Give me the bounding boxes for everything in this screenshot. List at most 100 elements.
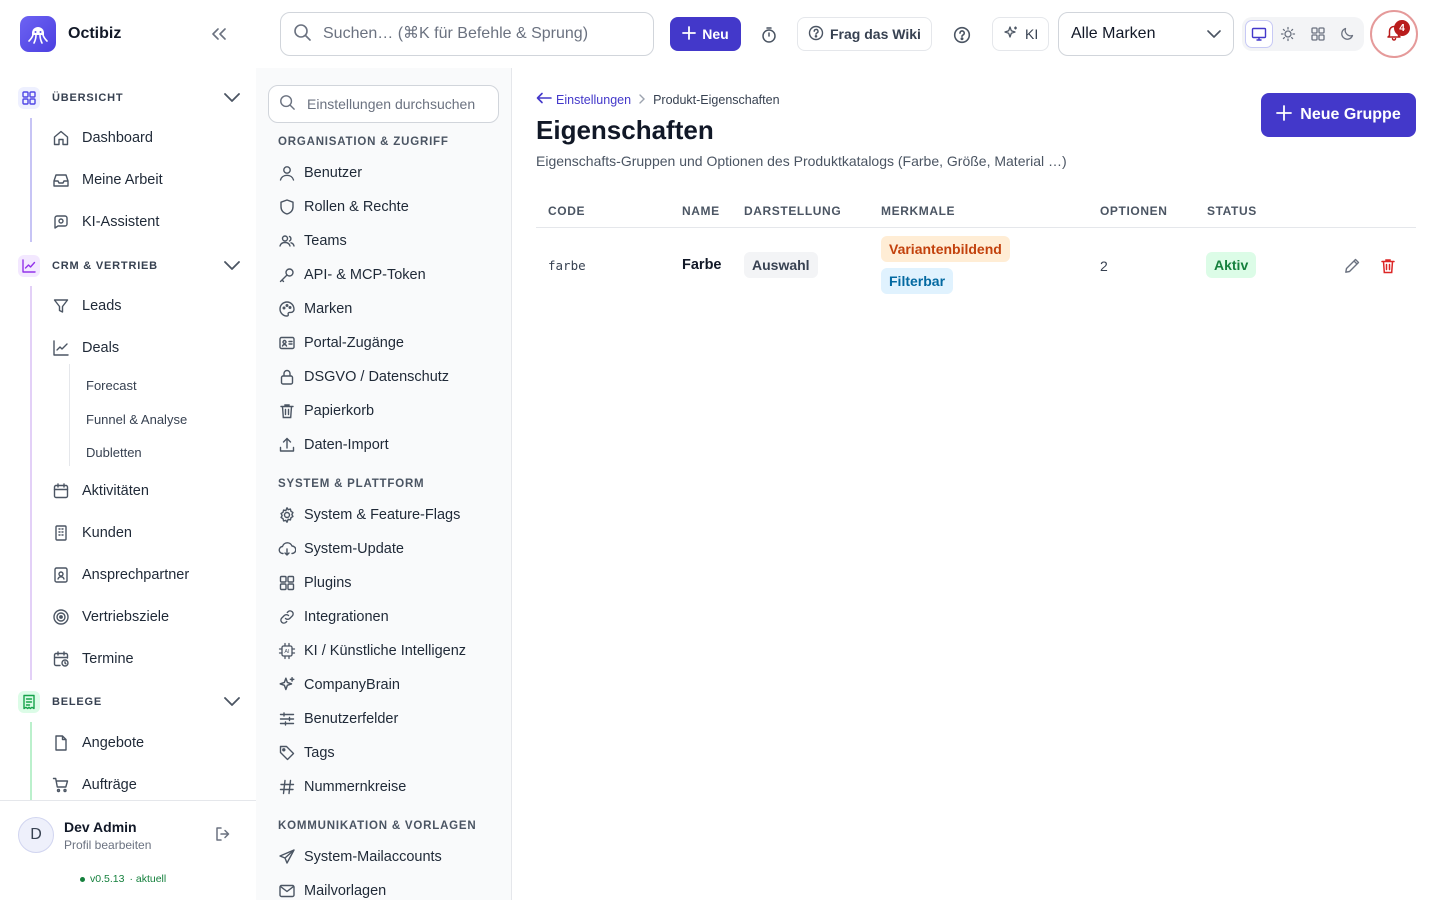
chat-search-icon	[52, 213, 70, 231]
settings-search-input[interactable]	[307, 96, 497, 112]
filter-icon	[52, 297, 70, 315]
chevron-down-icon	[1207, 25, 1221, 43]
column-header-options[interactable]: OPTIONEN	[1100, 204, 1167, 218]
help-icon[interactable]	[951, 24, 973, 46]
settings-item-portal-access[interactable]: Portal-Zugänge	[278, 332, 404, 354]
new-button[interactable]: Neu	[670, 17, 741, 51]
settings-group-heading: SYSTEM & PLATTFORM	[278, 478, 425, 490]
column-header-features[interactable]: MERKMALE	[881, 204, 955, 218]
sidebar-item-deals[interactable]: Deals	[52, 336, 119, 360]
users-icon	[278, 232, 296, 250]
version-number: v0.5.13	[90, 873, 125, 885]
brand-select[interactable]: Alle Marken	[1058, 12, 1234, 56]
grid-icon	[278, 574, 296, 592]
timer-icon[interactable]	[758, 24, 780, 46]
settings-item-number-ranges[interactable]: Nummernkreise	[278, 776, 406, 798]
settings-item-mail-templates[interactable]: Mailvorlagen	[278, 880, 386, 900]
table-row[interactable]: farbe Farbe Auswahl Variantenbildend Fil…	[536, 228, 1416, 304]
section-overview[interactable]: ÜBERSICHT	[18, 86, 240, 110]
sparkle-icon	[1003, 25, 1019, 44]
sidebar-item-my-work[interactable]: Meine Arbeit	[52, 168, 163, 192]
notifications-button[interactable]: 4	[1370, 10, 1418, 58]
section-crm[interactable]: CRM & VERTRIEB	[18, 254, 240, 278]
search-icon	[279, 94, 295, 115]
sidebar-item-activities[interactable]: Aktivitäten	[52, 479, 149, 503]
settings-item-feature-flags[interactable]: System & Feature-Flags	[278, 504, 460, 526]
column-header-status[interactable]: STATUS	[1207, 204, 1257, 218]
settings-item-label: Integrationen	[304, 609, 389, 625]
settings-item-data-import[interactable]: Daten-Import	[278, 434, 389, 456]
target-icon	[52, 608, 70, 626]
sidebar-item-label: Meine Arbeit	[82, 172, 163, 188]
new-group-button[interactable]: Neue Gruppe	[1261, 93, 1416, 137]
version-info: v0.5.13 · aktuell	[80, 873, 166, 885]
sidebar-item-ai-assistant[interactable]: KI-Assistent	[52, 210, 159, 234]
settings-item-integrations[interactable]: Integrationen	[278, 606, 389, 628]
settings-item-label: Daten-Import	[304, 437, 389, 453]
sidebar-item-customers[interactable]: Kunden	[52, 521, 132, 545]
column-header-name[interactable]: NAME	[682, 204, 720, 218]
edit-profile-link[interactable]: Profil bearbeiten	[64, 838, 151, 852]
sidebar-item-sales-goals[interactable]: Vertriebsziele	[52, 605, 169, 629]
settings-search[interactable]	[268, 85, 499, 123]
sidebar-subitem-funnel[interactable]: Funnel & Analyse	[86, 412, 187, 427]
search-input[interactable]	[323, 25, 623, 43]
sidebar-item-leads[interactable]: Leads	[52, 294, 122, 318]
cart-icon	[52, 776, 70, 794]
logout-icon[interactable]	[214, 825, 232, 848]
settings-item-gdpr[interactable]: DSGVO / Datenschutz	[278, 366, 449, 388]
settings-item-label: Rollen & Rechte	[304, 199, 409, 215]
monitor-icon[interactable]	[1245, 20, 1273, 48]
settings-item-api-tokens[interactable]: API- & MCP-Token	[278, 264, 426, 286]
hash-icon	[278, 778, 296, 796]
settings-item-custom-fields[interactable]: Benutzerfelder	[278, 708, 398, 730]
collapse-sidebar-icon[interactable]	[208, 24, 230, 44]
settings-item-plugins[interactable]: Plugins	[278, 572, 352, 594]
column-header-code[interactable]: CODE	[548, 204, 585, 218]
sidebar-item-contacts[interactable]: Ansprechpartner	[52, 563, 189, 587]
avatar[interactable]: D	[18, 817, 54, 853]
wiki-button[interactable]: Frag das Wiki	[797, 17, 932, 51]
chart-line-icon	[18, 255, 40, 277]
sidebar-subitem-forecast[interactable]: Forecast	[86, 378, 137, 393]
user-name[interactable]: Dev Admin	[64, 819, 137, 835]
sidebar-item-label: Deals	[82, 340, 120, 356]
octopus-logo-icon[interactable]	[20, 16, 56, 52]
sidebar-item-appointments[interactable]: Termine	[52, 647, 134, 671]
settings-item-tags[interactable]: Tags	[278, 742, 335, 764]
settings-group-heading: ORGANISATION & ZUGRIFF	[278, 136, 449, 148]
sidebar-item-label: Leads	[82, 298, 122, 314]
settings-item-brands[interactable]: Marken	[278, 298, 352, 320]
sidebar-item-orders[interactable]: Aufträge	[52, 773, 137, 797]
receipt-icon	[18, 691, 40, 713]
settings-item-label: System-Update	[304, 541, 404, 557]
section-documents[interactable]: BELEGE	[18, 690, 240, 714]
global-search[interactable]	[280, 12, 654, 56]
edit-icon[interactable]	[1343, 257, 1361, 280]
ai-button[interactable]: KI	[992, 17, 1050, 51]
breadcrumb-back-link[interactable]: Einstellungen	[536, 92, 631, 107]
sidebar-item-quotes[interactable]: Angebote	[52, 731, 144, 755]
settings-item-users[interactable]: Benutzer	[278, 162, 362, 184]
chevron-down-icon[interactable]	[224, 257, 240, 275]
settings-item-ai[interactable]: AI KI / Künstliche Intelligenz	[278, 640, 466, 662]
settings-item-trash[interactable]: Papierkorb	[278, 400, 374, 422]
section-label: BELEGE	[52, 696, 103, 708]
sidebar-subitem-duplicates[interactable]: Dubletten	[86, 445, 142, 460]
trash-icon	[278, 402, 296, 420]
sidebar-item-dashboard[interactable]: Dashboard	[52, 126, 153, 150]
column-header-display[interactable]: DARSTELLUNG	[744, 204, 841, 218]
sun-icon[interactable]	[1275, 20, 1302, 48]
chevron-down-icon[interactable]	[224, 89, 240, 107]
subnav-line	[69, 364, 70, 466]
layout-grid-icon[interactable]	[1304, 20, 1331, 48]
chevron-down-icon[interactable]	[224, 693, 240, 711]
settings-item-roles[interactable]: Rollen & Rechte	[278, 196, 409, 218]
moon-icon[interactable]	[1334, 20, 1361, 48]
settings-item-label: Nummernkreise	[304, 779, 407, 795]
settings-item-companybrain[interactable]: CompanyBrain	[278, 674, 400, 696]
settings-item-system-update[interactable]: System-Update	[278, 538, 404, 560]
settings-item-system-mail[interactable]: System-Mailaccounts	[278, 846, 442, 868]
settings-item-teams[interactable]: Teams	[278, 230, 347, 252]
delete-icon[interactable]	[1379, 257, 1397, 280]
